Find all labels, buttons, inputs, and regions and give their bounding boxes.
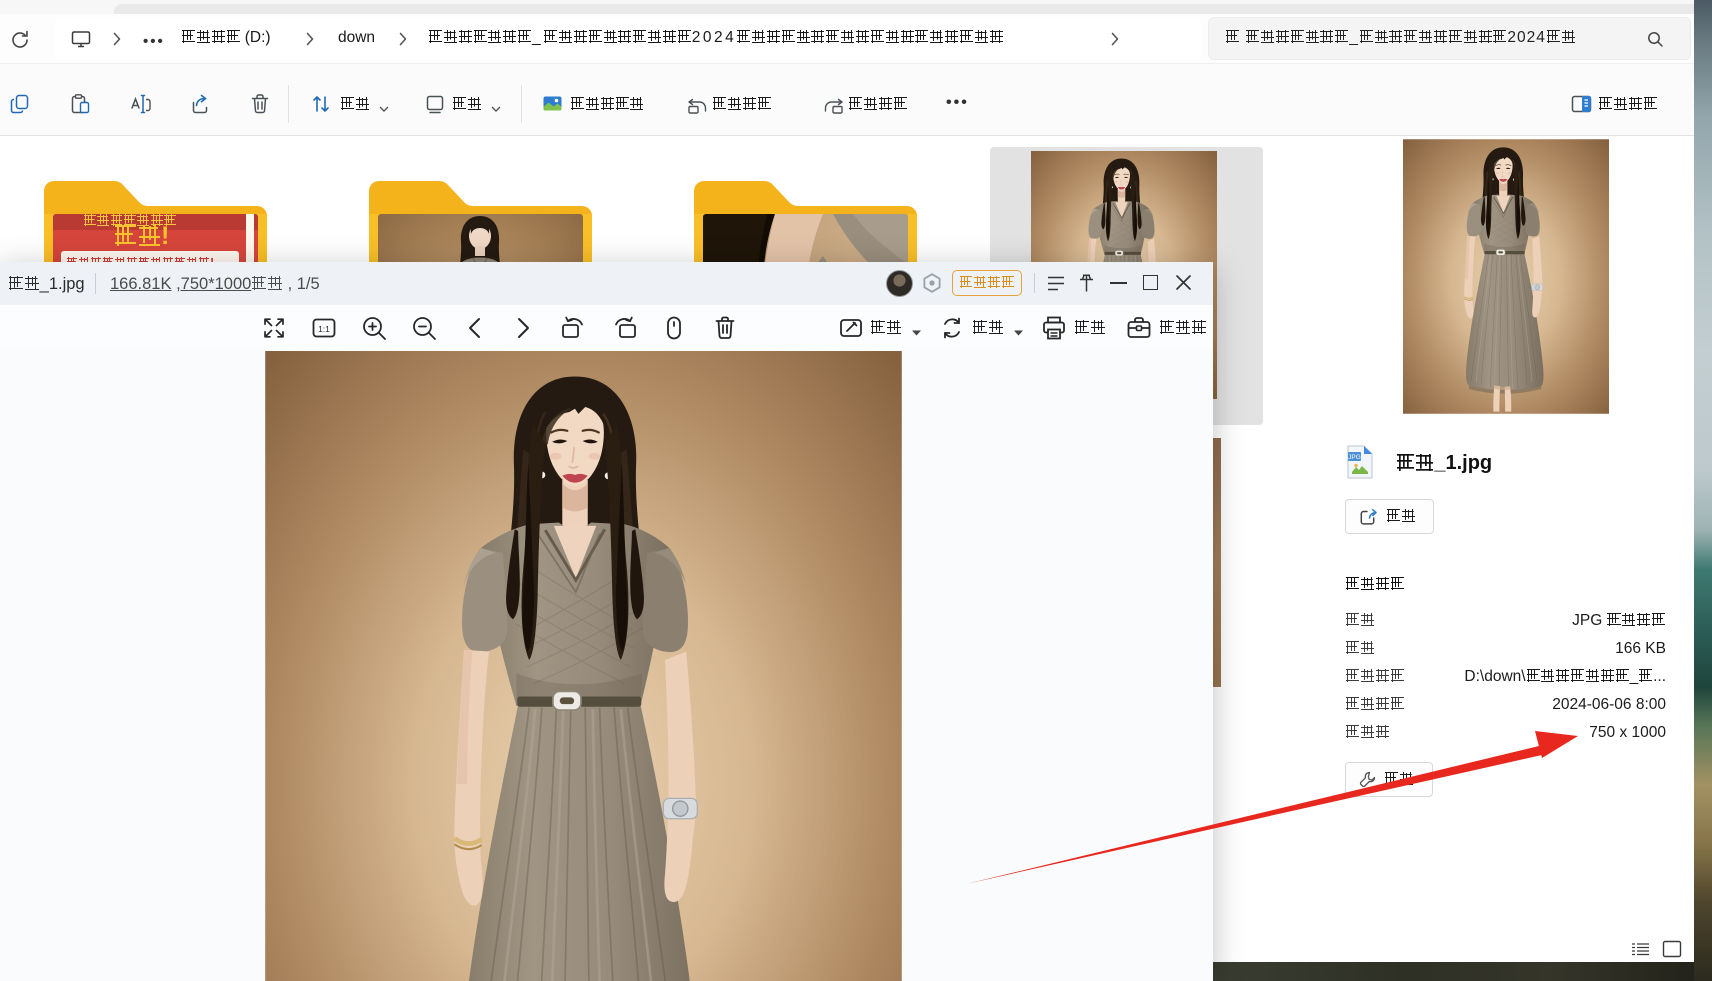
svg-text:JPG: JPG	[1348, 454, 1361, 461]
svg-text:1:1: 1:1	[318, 324, 330, 334]
